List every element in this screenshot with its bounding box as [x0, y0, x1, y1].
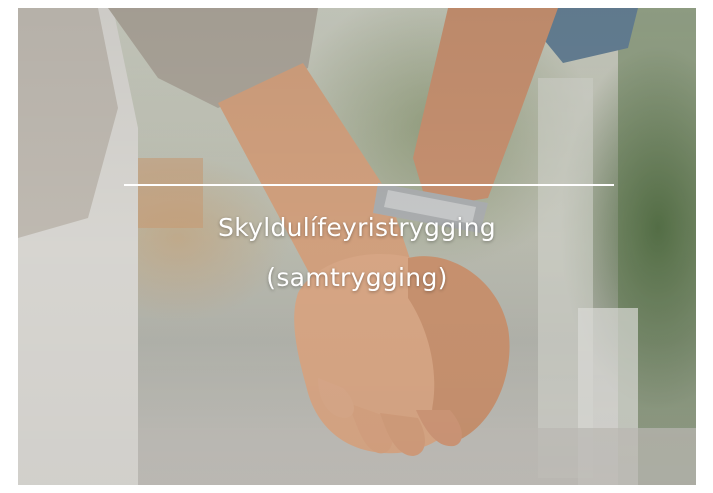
photo-overlay	[18, 8, 696, 485]
divider-line	[124, 184, 614, 186]
caption-title: Skyldulífeyristrygging	[218, 213, 496, 242]
caption-subtitle: (samtrygging)	[266, 263, 448, 292]
couple-holding-hands-photo: Skyldulífeyristrygging (samtrygging)	[18, 8, 696, 485]
